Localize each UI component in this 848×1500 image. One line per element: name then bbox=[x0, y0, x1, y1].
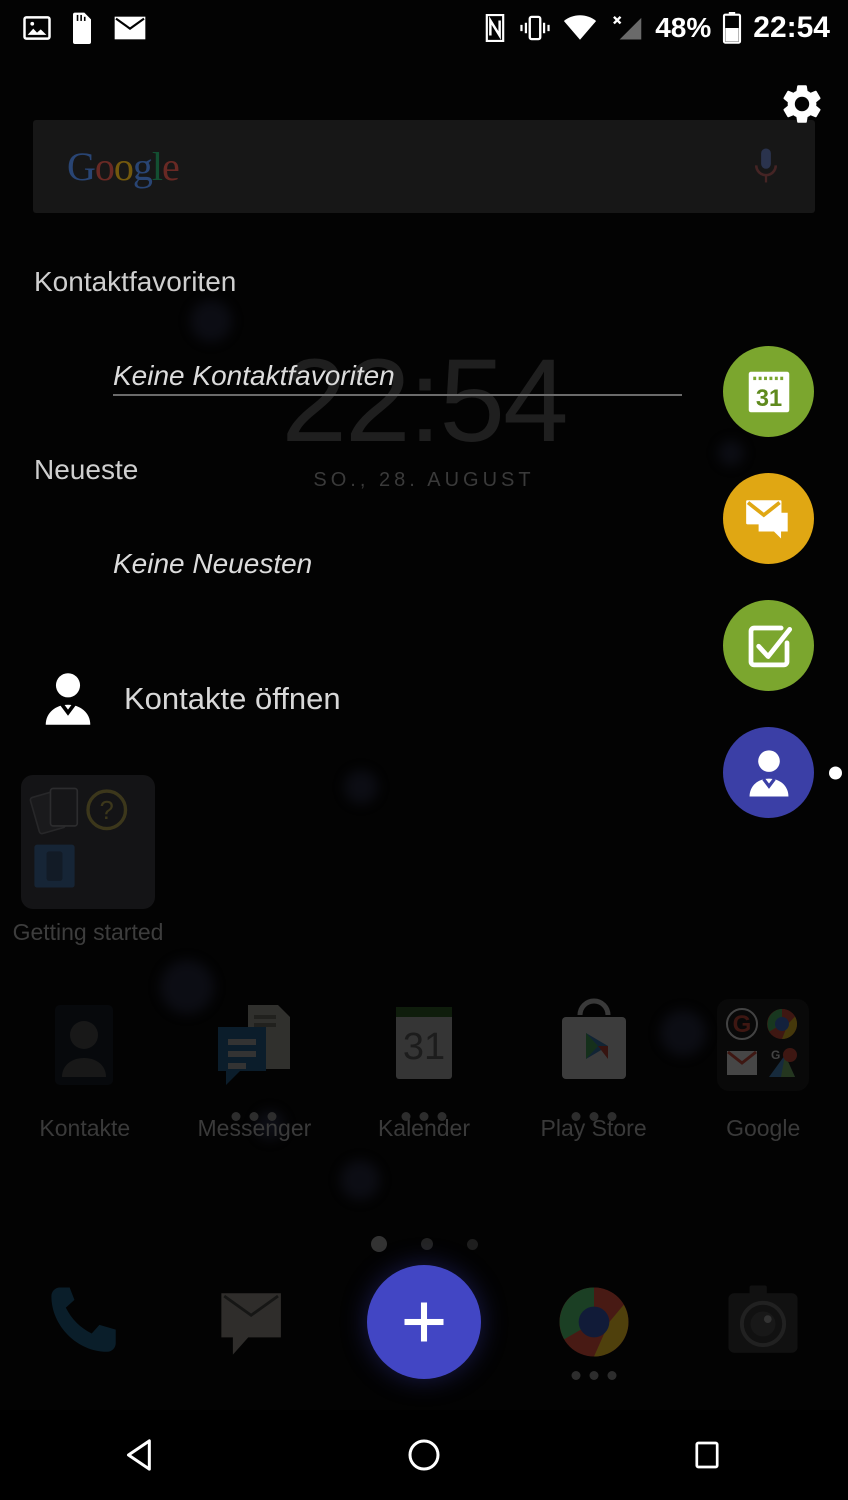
svg-text:?: ? bbox=[100, 797, 114, 825]
google-logo-letter: g bbox=[132, 143, 153, 189]
gear-icon[interactable] bbox=[778, 80, 826, 128]
open-contacts-label: Kontakte öffnen bbox=[124, 681, 341, 716]
svg-text:G: G bbox=[771, 1048, 780, 1062]
plus-icon bbox=[404, 1302, 444, 1342]
nav-home-button[interactable] bbox=[283, 1435, 566, 1475]
google-logo: Google bbox=[67, 143, 180, 189]
navigation-bar bbox=[0, 1410, 848, 1500]
app-cell-play-store[interactable]: Play Store bbox=[509, 995, 679, 1142]
page-dot[interactable] bbox=[466, 1238, 478, 1250]
nav-back-button[interactable] bbox=[0, 1435, 283, 1475]
message-icon bbox=[221, 1293, 282, 1355]
dock bbox=[0, 1262, 848, 1382]
calendar-31-icon: 31 bbox=[748, 371, 789, 412]
wallpaper-bokeh bbox=[344, 770, 378, 804]
calendar-app-icon: 31 bbox=[372, 995, 476, 1121]
calendar-action-button[interactable]: 31 bbox=[723, 346, 814, 437]
google-folder-icon: G G bbox=[711, 995, 815, 1099]
contacts-selected-dot bbox=[829, 766, 842, 779]
google-logo-letter: o bbox=[94, 143, 115, 189]
status-bar-clock: 22:54 bbox=[753, 11, 830, 44]
page-indicator bbox=[0, 1236, 848, 1252]
dock-item-add[interactable] bbox=[339, 1262, 509, 1382]
dock-item-phone[interactable] bbox=[0, 1262, 170, 1382]
getting-started-folder-icon: ? bbox=[21, 775, 155, 909]
page-dot[interactable] bbox=[370, 1236, 387, 1252]
mail-chat-icon bbox=[745, 499, 788, 539]
google-search-bar[interactable]: Google bbox=[33, 120, 815, 213]
tasks-action-button[interactable] bbox=[723, 600, 814, 691]
nfc-icon bbox=[485, 13, 505, 43]
overlay-divider bbox=[113, 394, 682, 396]
person-icon bbox=[749, 749, 788, 797]
contacts-overlay-panel: Kontaktfavoriten Keine Kontaktfavoriten … bbox=[0, 230, 700, 580]
dock-item-chrome[interactable] bbox=[509, 1262, 679, 1382]
dock-item-messaging[interactable] bbox=[170, 1262, 340, 1382]
status-bar: 48% 22:54 bbox=[0, 0, 848, 56]
chrome-icon bbox=[559, 1287, 629, 1357]
status-bar-left-icons bbox=[22, 12, 146, 44]
page-dot[interactable] bbox=[420, 1238, 433, 1250]
battery-percent-label: 48% bbox=[655, 12, 712, 43]
status-bar-right-icons: 48% 22:54 bbox=[483, 12, 830, 44]
wallpaper-bokeh bbox=[340, 1160, 380, 1200]
svg-text:G: G bbox=[733, 1011, 752, 1038]
app-shortcut-dots bbox=[231, 1112, 277, 1121]
dock-item-camera[interactable] bbox=[678, 1262, 848, 1382]
app-label: Kontakte bbox=[39, 1115, 131, 1141]
person-icon bbox=[45, 673, 91, 725]
add-fab-button[interactable] bbox=[366, 1265, 481, 1379]
camera-icon bbox=[728, 1285, 798, 1353]
app-cell-messenger[interactable]: Messenger bbox=[170, 995, 340, 1142]
app-cell-kalender[interactable]: 31 Kalender bbox=[339, 995, 509, 1142]
android-home-screen: 48% 22:54 Google 22:54 SO., 28. AUGUST K… bbox=[0, 0, 848, 1500]
google-logo-letter: o bbox=[113, 143, 134, 189]
play-store-app-icon bbox=[542, 995, 646, 1121]
contacts-action-button[interactable] bbox=[723, 727, 842, 818]
microphone-icon[interactable] bbox=[753, 147, 779, 187]
recent-section-header: Neueste bbox=[34, 454, 139, 485]
app-grid-row: Kontakte Messenger 31 Kalender Play Stor… bbox=[0, 995, 848, 1142]
sd-card-icon bbox=[73, 12, 91, 44]
contacts-app-icon bbox=[33, 995, 137, 1099]
no-sim-signal-icon bbox=[613, 15, 642, 40]
favorites-empty-text: Keine Kontaktfavoriten bbox=[113, 360, 395, 391]
app-shortcut-dots bbox=[571, 1112, 617, 1121]
open-contacts-button[interactable]: Kontakte öffnen bbox=[40, 670, 341, 728]
favorites-section-header: Kontaktfavoriten bbox=[34, 266, 237, 297]
app-shortcut-dots bbox=[401, 1112, 447, 1121]
google-logo-letter: e bbox=[162, 143, 180, 189]
svg-text:31: 31 bbox=[755, 386, 781, 412]
app-cell-google-folder[interactable]: G G Google bbox=[678, 995, 848, 1142]
svg-text:31: 31 bbox=[403, 1026, 445, 1068]
mail-icon bbox=[114, 16, 146, 40]
home-circle-icon bbox=[408, 1439, 440, 1471]
getting-started-shortcut[interactable]: ? Getting started bbox=[8, 775, 168, 946]
wifi-icon bbox=[564, 15, 597, 40]
google-logo-letter: l bbox=[151, 143, 163, 189]
app-shortcut-dots bbox=[571, 1371, 617, 1380]
getting-started-label: Getting started bbox=[12, 919, 164, 945]
app-label: Google bbox=[726, 1115, 801, 1141]
action-rail: 31 bbox=[723, 346, 842, 854]
google-logo-letter: G bbox=[67, 143, 96, 189]
recents-square-icon bbox=[695, 1441, 719, 1469]
app-cell-kontakte[interactable]: Kontakte bbox=[0, 995, 170, 1142]
checkbox-check-icon bbox=[748, 625, 792, 667]
recent-empty-text: Keine Neuesten bbox=[113, 548, 313, 579]
mail-action-button[interactable] bbox=[723, 473, 814, 564]
phone-icon bbox=[51, 1287, 116, 1352]
vibrate-icon bbox=[520, 15, 550, 41]
nav-recents-button[interactable] bbox=[565, 1437, 848, 1473]
messenger-app-icon bbox=[202, 995, 306, 1121]
photo-icon bbox=[23, 16, 51, 40]
back-triangle-icon bbox=[127, 1439, 152, 1471]
battery-icon bbox=[723, 12, 742, 44]
